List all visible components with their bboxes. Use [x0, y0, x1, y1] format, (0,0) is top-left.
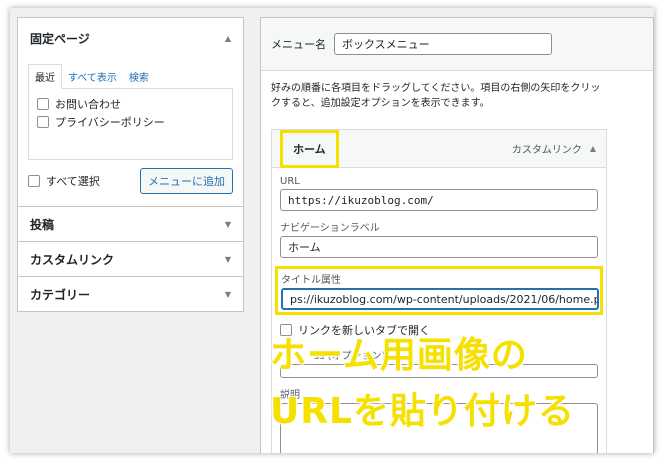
list-item[interactable]: プライバシーポリシー — [37, 113, 224, 131]
expand-down-icon[interactable]: ▼ — [225, 255, 231, 264]
fixed-pages-header[interactable]: 固定ページ ▲ — [18, 18, 243, 58]
list-item[interactable]: お問い合わせ — [37, 95, 224, 113]
menu-item-type: カスタムリンク ▲ — [512, 141, 596, 156]
tab-search[interactable]: 検索 — [123, 65, 155, 88]
nav-label-label: ナビゲーションラベル — [280, 223, 380, 234]
title-attribute-label: タイトル属性 — [281, 275, 341, 286]
checkbox[interactable] — [37, 116, 49, 128]
url-input[interactable]: https://ikuzoblog.com/ — [280, 189, 598, 211]
recent-pages-list: お問い合わせ プライバシーポリシー — [28, 88, 233, 160]
menu-item-title[interactable]: ホーム — [280, 129, 339, 168]
menu-item-header[interactable]: ホーム カスタムリンク ▲ — [272, 129, 606, 168]
list-item-label: プライバシーポリシー — [55, 116, 165, 129]
custom-links-section-title: カスタムリンク — [30, 252, 115, 267]
custom-links-section[interactable]: カスタムリンク ▼ — [17, 242, 244, 277]
menu-name-value: ボックスメニュー — [342, 38, 430, 51]
posts-section[interactable]: 投稿 ▼ — [17, 207, 244, 242]
screenshot-frame: 固定ページ ▲ 最近 すべて表示 検索 お問い合わせ プライバシーポリシー すべ… — [10, 8, 654, 453]
add-to-menu-button[interactable]: メニューに追加 — [140, 168, 233, 194]
expand-down-icon[interactable]: ▼ — [225, 290, 231, 299]
fixed-pages-box: 固定ページ ▲ 最近 すべて表示 検索 お問い合わせ プライバシーポリシー すべ… — [17, 17, 244, 207]
menu-name-row: メニュー名 ボックスメニュー — [261, 18, 653, 71]
posts-section-title: 投稿 — [30, 217, 55, 232]
fixed-pages-body: 最近 すべて表示 検索 お問い合わせ プライバシーポリシー すべて選択 メニュー… — [18, 58, 243, 206]
list-item-label: お問い合わせ — [55, 98, 121, 111]
menu-name-input[interactable]: ボックスメニュー — [334, 33, 552, 55]
title-attribute-input[interactable]: ps://ikuzoblog.com/wp-content/uploads/20… — [281, 288, 599, 310]
categories-section[interactable]: カテゴリー ▼ — [17, 277, 244, 312]
menu-instructions: 好みの順番に各項目をドラッグしてください。項目の右側の矢印をクリッ クすると、追… — [261, 71, 653, 111]
tab-recent[interactable]: 最近 — [28, 64, 62, 89]
fixed-pages-title: 固定ページ — [30, 31, 90, 46]
menu-name-label: メニュー名 — [271, 38, 326, 51]
instructions-line: クすると、追加設定オプションを表示できます。 — [271, 98, 490, 109]
select-all[interactable]: すべて選択 — [28, 172, 100, 190]
collapse-up-icon[interactable]: ▲ — [225, 34, 231, 43]
title-attribute-highlight: タイトル属性 ps://ikuzoblog.com/wp-content/upl… — [275, 266, 603, 315]
categories-section-title: カテゴリー — [30, 287, 91, 302]
checkbox[interactable] — [37, 98, 49, 110]
menu-item-type-label: カスタムリンク — [511, 145, 582, 156]
collapse-up-icon[interactable]: ▲ — [590, 144, 596, 153]
select-all-checkbox[interactable] — [28, 175, 40, 187]
instructions-line: 好みの順番に各項目をドラッグしてください。項目の右側の矢印をクリッ — [271, 83, 601, 94]
expand-down-icon[interactable]: ▼ — [225, 220, 231, 229]
left-panel: 固定ページ ▲ 最近 すべて表示 検索 お問い合わせ プライバシーポリシー すべ… — [17, 17, 244, 312]
nav-label-input[interactable]: ホーム — [280, 236, 598, 258]
select-all-label: すべて選択 — [46, 175, 100, 188]
tab-view-all[interactable]: すべて表示 — [62, 65, 123, 88]
overlay-line-2: URLを貼り付ける — [270, 391, 575, 432]
overlay-line-1: ホーム用画像の — [270, 335, 528, 376]
fixed-pages-tabs: 最近 すべて表示 検索 — [28, 64, 233, 89]
url-label: URL — [280, 176, 300, 187]
fixed-pages-footer: すべて選択 メニューに追加 — [28, 168, 233, 194]
